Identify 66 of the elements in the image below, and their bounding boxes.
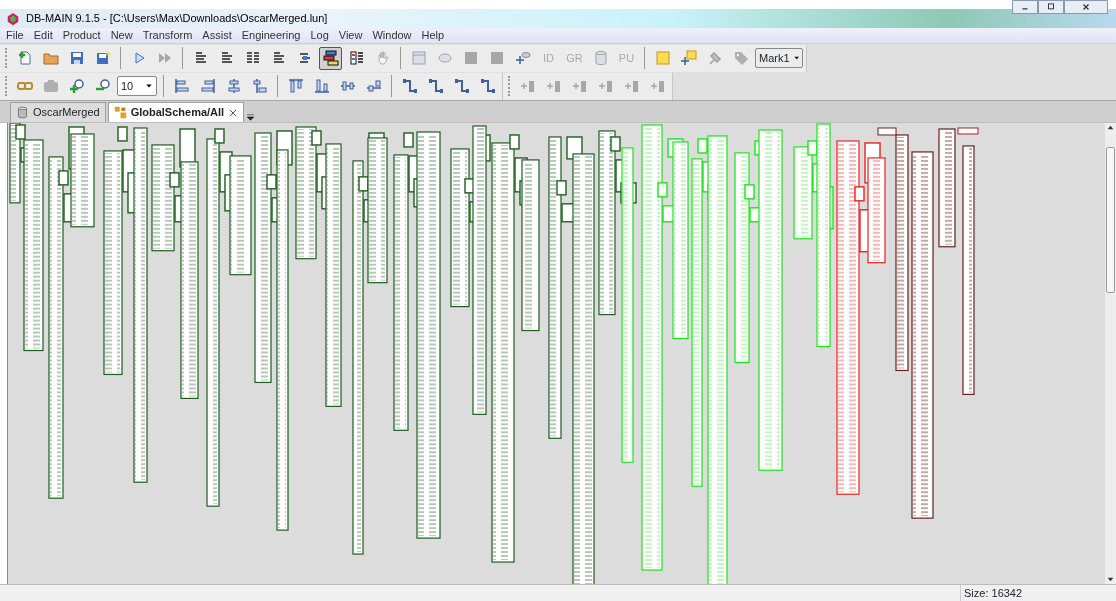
window-title: DB-MAIN 9.1.5 - [C:\Users\Max\Downloads\OscarMerged.lun] — [26, 11, 328, 27]
menu-item[interactable]: Assist — [202, 27, 232, 44]
menu-item[interactable]: Engineering — [241, 27, 301, 44]
cylinder-icon — [592, 50, 609, 66]
plus-bar-icon — [571, 78, 588, 94]
align-left-icon — [173, 78, 190, 94]
new-file-icon — [16, 50, 33, 66]
plus-bar-icon — [623, 78, 640, 94]
schema-icon — [113, 106, 127, 119]
text-columns-icon — [244, 50, 261, 66]
plus-bar-icon — [545, 78, 562, 94]
square-icon — [462, 50, 479, 66]
menu-item[interactable]: Edit — [33, 27, 53, 44]
document-tab[interactable]: GlobalSchema/All — [107, 102, 245, 122]
database-icon — [16, 106, 29, 119]
fast-forward-icon — [156, 50, 173, 66]
dropdown[interactable]: Mark1 — [755, 48, 803, 68]
close-icon — [1080, 2, 1092, 12]
menu-item[interactable]: Transform — [142, 27, 193, 44]
plus-bar-icon — [597, 78, 614, 94]
scrollbar-thumb[interactable] — [1106, 147, 1115, 293]
connector-icon — [401, 78, 418, 94]
align-step-icon — [251, 78, 268, 94]
align-middle-icon — [339, 78, 356, 94]
align-bottom-icon — [313, 78, 330, 94]
save-all-icon — [94, 50, 111, 66]
plus-bar-icon — [519, 78, 536, 94]
app-logo-icon — [6, 11, 20, 26]
folder-icon — [42, 50, 59, 66]
diagram-list-icon — [348, 50, 365, 66]
menu-item[interactable]: New — [110, 27, 133, 44]
add-ellipse-icon — [514, 50, 531, 66]
align-offset-icon — [365, 78, 382, 94]
maximize-button[interactable] — [1038, 0, 1064, 14]
align-center-icon — [225, 78, 242, 94]
tag-icon — [732, 50, 749, 66]
size-readout: Size: 16342 — [960, 585, 1116, 601]
caret-icon — [793, 55, 799, 61]
connector-icon — [479, 78, 496, 94]
menu-item[interactable]: Product — [62, 27, 101, 44]
save-icon — [68, 50, 85, 66]
window-icon — [410, 50, 427, 66]
menu-item[interactable]: Window — [372, 27, 412, 44]
align-top-icon — [287, 78, 304, 94]
note-icon — [654, 50, 671, 66]
toolbar-button[interactable] — [319, 46, 342, 70]
dropdown-icon[interactable] — [246, 113, 256, 122]
caret-icon — [145, 83, 153, 89]
document-tab[interactable]: OscarMerged — [10, 102, 106, 122]
menu-item[interactable]: File — [6, 27, 24, 44]
dropdown[interactable]: 10 — [117, 76, 157, 96]
menu-item[interactable]: View — [338, 27, 363, 44]
connector-icon — [427, 78, 444, 94]
ellipse-icon — [436, 50, 453, 66]
plus-bar-icon — [649, 78, 666, 94]
diagram-icon — [322, 50, 339, 66]
maximize-icon — [1045, 2, 1057, 12]
connector-icon — [453, 78, 470, 94]
camera-icon — [42, 78, 59, 94]
menu-item[interactable]: Log — [310, 27, 329, 44]
square-icon — [488, 50, 505, 66]
align-right-icon — [199, 78, 216, 94]
zoom-in-icon — [68, 78, 85, 94]
close-icon[interactable] — [228, 107, 239, 118]
menu-item[interactable]: Help — [421, 27, 445, 44]
add-note-icon — [680, 50, 697, 66]
